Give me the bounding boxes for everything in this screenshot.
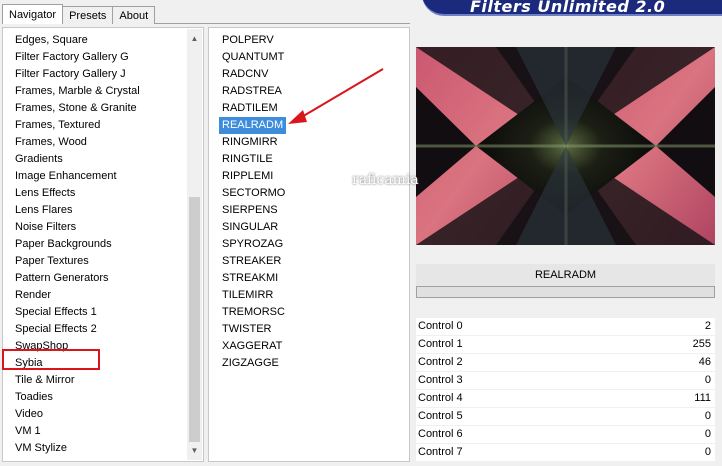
chevron-down-icon[interactable]: ▼ [187,443,202,458]
control-row[interactable]: Control 5 0 [416,408,715,426]
category-item[interactable]: Lens Effects [3,185,187,202]
category-scrollbar[interactable]: ▲ ▼ [187,29,202,460]
filter-item[interactable]: RINGMIRR [219,134,281,151]
filter-list-panel[interactable]: POLPERV QUANTUMT RADCNV RADSTREA RADTILEM REA… [208,27,410,462]
control-row[interactable]: Control 4 111 [416,390,715,408]
control-label: Control 3 [418,374,463,386]
progress-bar [416,286,715,298]
filter-item[interactable]: REALRADM [219,117,287,134]
control-value: 111 [694,392,711,404]
category-list: Edges, Square Filter Factory Gallery G Fil… [3,32,187,457]
control-label: Control 4 [418,392,463,404]
category-item[interactable]: Frames, Textured [3,117,187,134]
filter-item[interactable]: XAGGERAT [219,338,285,355]
category-item[interactable]: Image Enhancement [3,168,187,185]
category-item[interactable]: Paper Textures [3,253,187,270]
control-value: 0 [704,410,711,422]
control-row[interactable]: Control 0 2 [416,318,715,336]
filter-item[interactable]: RIPPLEMI [219,168,276,185]
category-item[interactable]: Lens Flares [3,202,187,219]
app-title: Filters Unlimited 2.0 [470,0,666,16]
category-item[interactable]: Frames, Marble & Crystal [3,83,187,100]
control-label: Control 0 [418,320,463,332]
control-value: 46 [698,356,711,368]
filter-item[interactable]: RINGTILE [219,151,276,168]
category-item[interactable]: Tile & Mirror [3,372,187,389]
tab-about[interactable]: About [112,6,156,24]
control-value: 0 [704,446,711,458]
category-item[interactable]: VM 1 [3,423,187,440]
filter-item[interactable]: QUANTUMT [219,49,287,66]
category-item[interactable]: Pattern Generators [3,270,187,287]
filter-item[interactable]: ZIGZAGGE [219,355,282,372]
category-item[interactable]: Paper Backgrounds [3,236,187,253]
control-value: 0 [704,428,711,440]
tab-presets[interactable]: Presets [62,6,114,24]
filter-item[interactable]: TREMORSC [219,304,288,321]
category-item[interactable]: Render [3,287,187,304]
category-item[interactable]: Frames, Stone & Granite [3,100,187,117]
control-label: Control 2 [418,356,463,368]
control-row[interactable]: Control 2 46 [416,354,715,372]
chevron-up-icon[interactable]: ▲ [187,31,202,46]
filter-item[interactable]: RADTILEM [219,100,281,117]
filter-item[interactable]: SIERPENS [219,202,281,219]
filter-item[interactable]: TILEMIRR [219,287,276,304]
control-row[interactable]: Control 3 0 [416,372,715,390]
category-item[interactable]: VM Stylize [3,440,187,457]
filter-item[interactable]: SPYROZAG [219,236,286,253]
control-value: 2 [704,320,711,332]
control-row[interactable]: Control 7 0 [416,444,715,462]
filter-item[interactable]: TWISTER [219,321,275,338]
watermark-text: raficamia [352,172,419,188]
filter-item[interactable]: RADCNV [219,66,271,83]
filter-item[interactable]: POLPERV [219,32,277,49]
control-label: Control 5 [418,410,463,422]
control-value: 0 [704,374,711,386]
controls-panel: Control 0 2 Control 1 255 Control 2 46 Control… [416,318,715,462]
category-list-panel[interactable]: Edges, Square Filter Factory Gallery G Fil… [2,27,204,462]
control-row[interactable]: Control 6 0 [416,426,715,444]
filter-item[interactable]: SECTORMO [219,185,288,202]
filter-item[interactable]: RADSTREA [219,83,285,100]
control-label: Control 6 [418,428,463,440]
category-item[interactable]: Noise Filters [3,219,187,236]
control-label: Control 1 [418,338,463,350]
control-value: 255 [692,338,711,350]
control-row[interactable]: Control 1 255 [416,336,715,354]
filter-item[interactable]: SINGULAR [219,219,281,236]
category-item[interactable]: Edges, Square [3,32,187,49]
scrollbar-thumb[interactable] [189,197,200,442]
category-item[interactable]: Filter Factory Gallery J [3,66,187,83]
control-label: Control 7 [418,446,463,458]
category-item[interactable]: Video [3,406,187,423]
category-item[interactable]: Special Effects 2 [3,321,187,338]
tab-bar: Navigator Presets About [2,4,156,24]
category-item[interactable]: Frames, Wood [3,134,187,151]
filter-list: POLPERV QUANTUMT RADCNV RADSTREA RADTILEM REA… [219,32,288,372]
filter-item[interactable]: STREAKER [219,253,284,270]
category-highlight-box [2,349,100,370]
filter-preview [416,47,715,245]
category-item[interactable]: Special Effects 1 [3,304,187,321]
filter-item[interactable]: STREAKMI [219,270,281,287]
category-item[interactable]: Toadies [3,389,187,406]
category-item[interactable]: Filter Factory Gallery G [3,49,187,66]
tab-navigator[interactable]: Navigator [2,4,64,24]
selected-filter-name: REALRADM [416,264,715,286]
preview-image [416,47,715,245]
category-item[interactable]: Gradients [3,151,187,168]
